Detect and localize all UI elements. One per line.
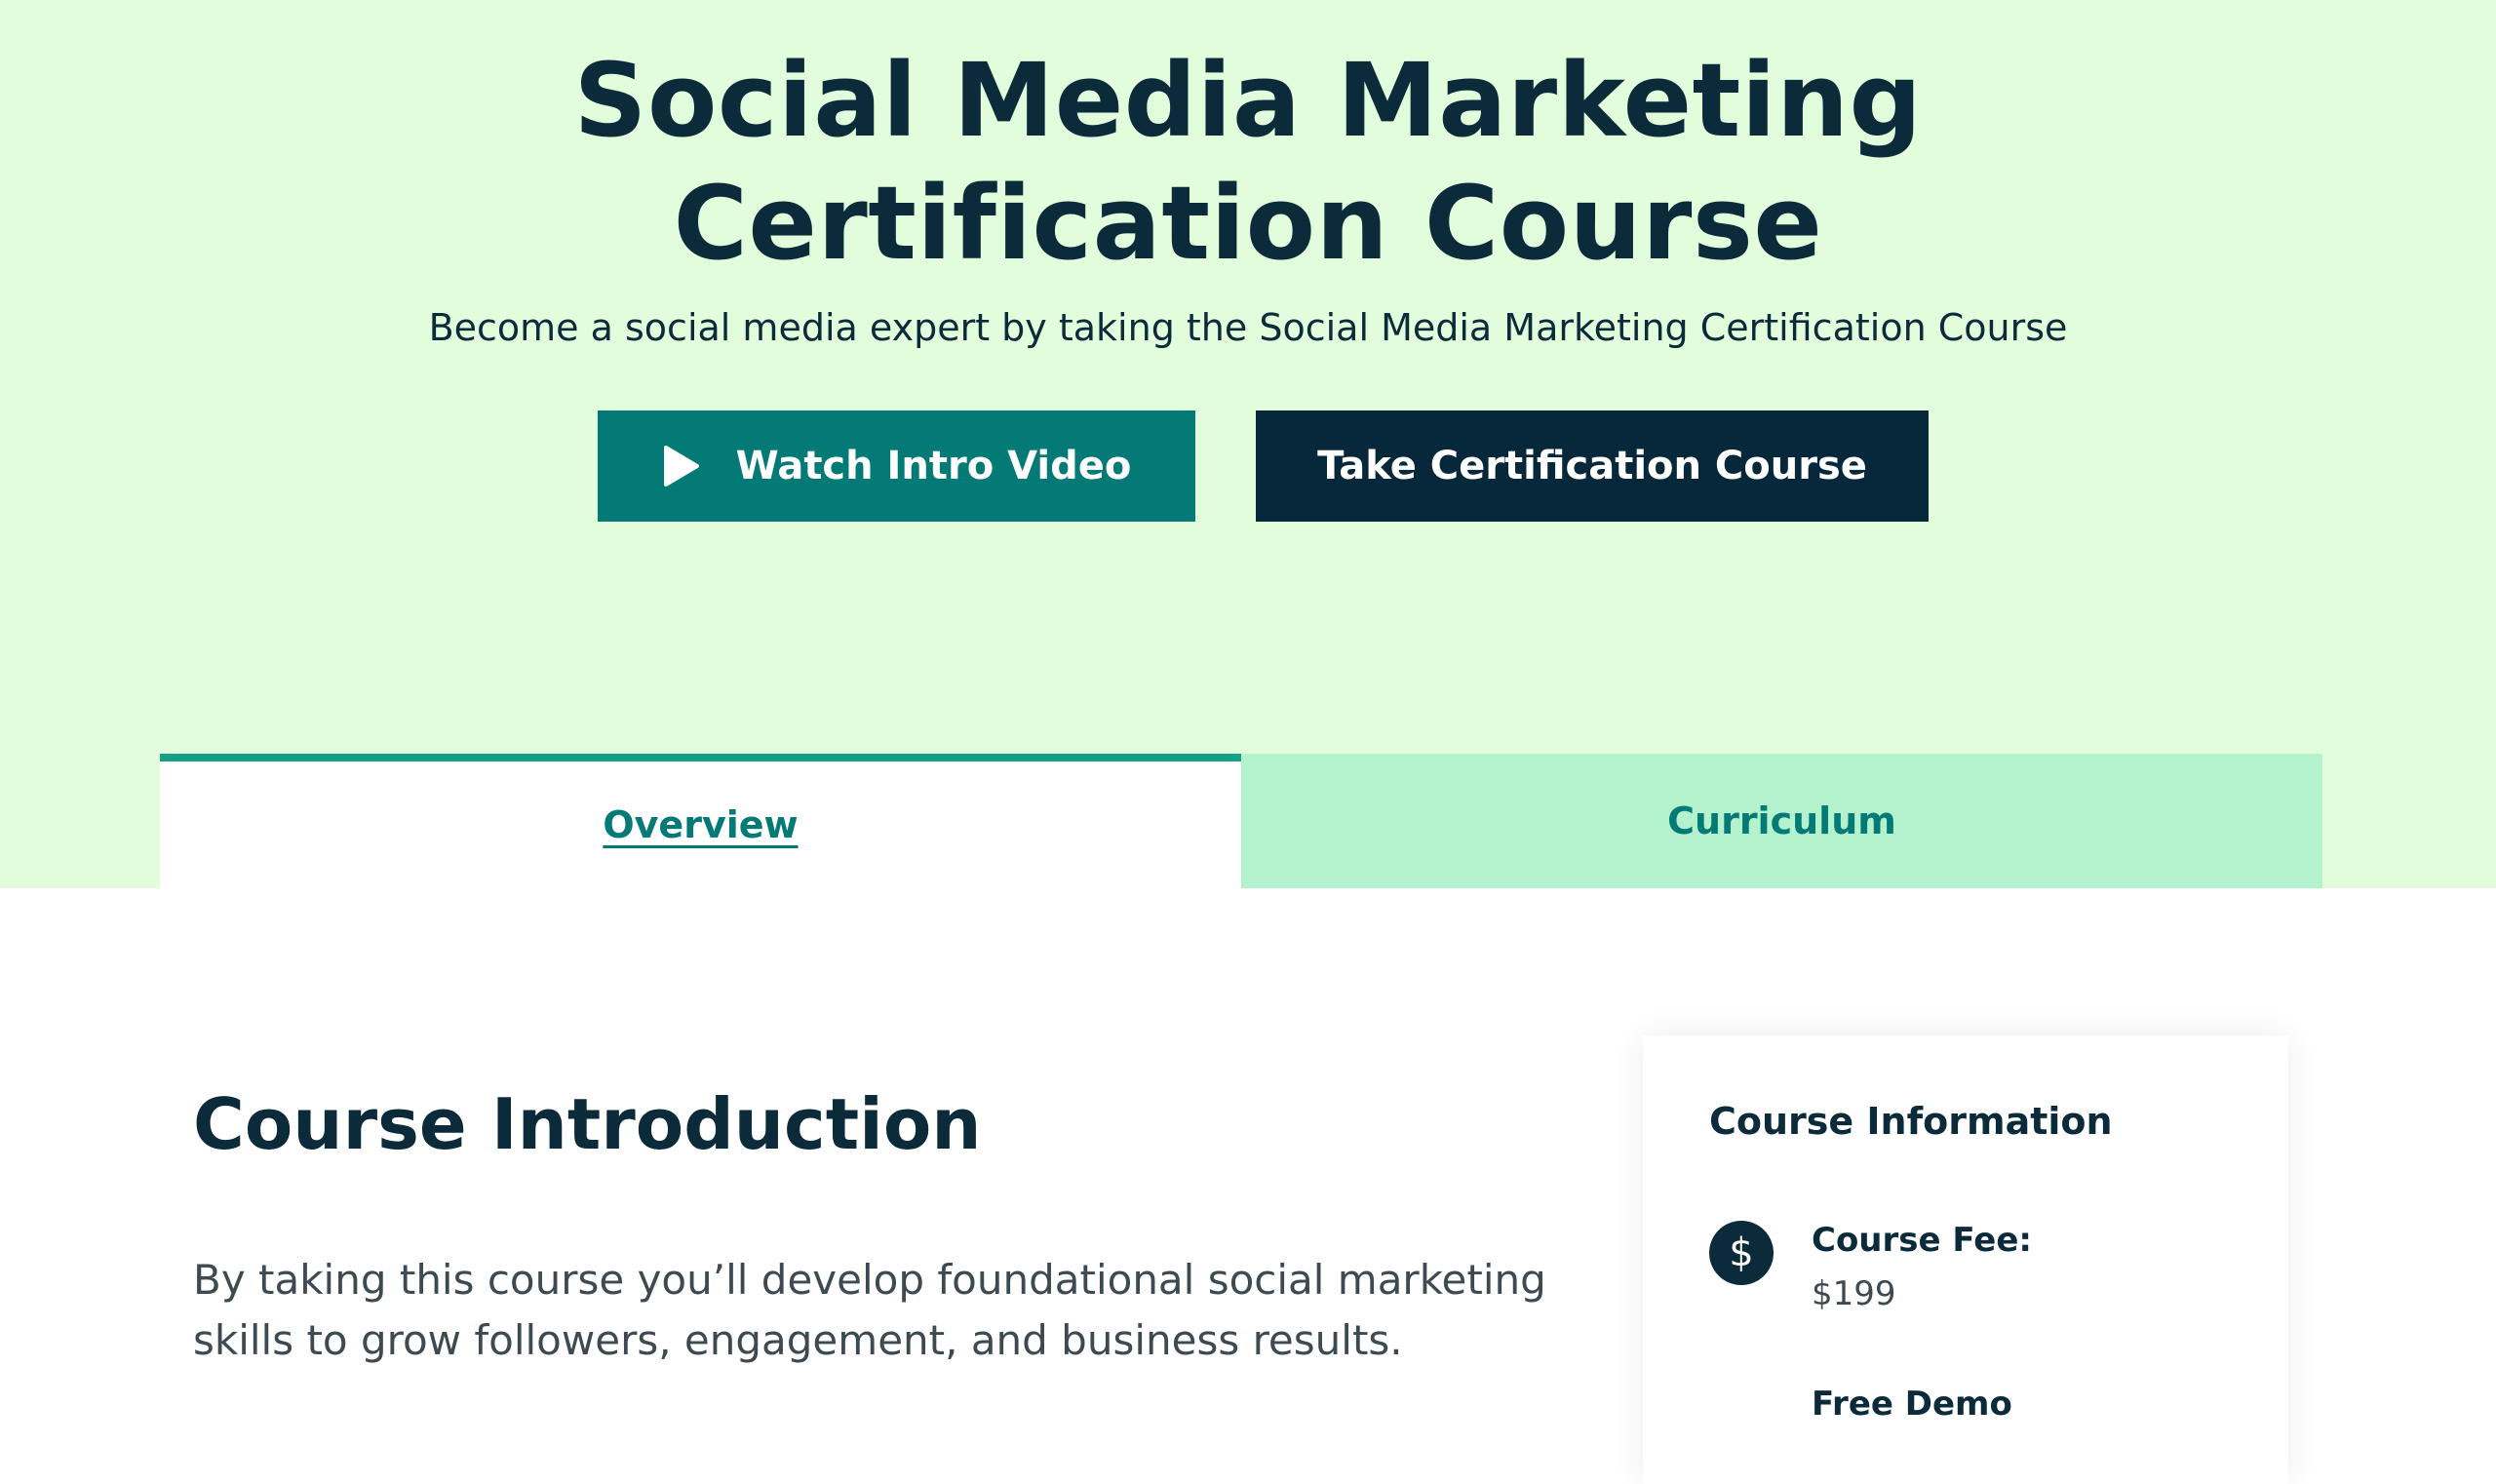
page-title: Social Media Marketing Certification Cou… — [573, 41, 1923, 283]
course-introduction-text: By taking this course you’ll develop fou… — [193, 1256, 1546, 1364]
course-information-title: Course Information — [1709, 1100, 2113, 1143]
course-information-card: Course Information $ Course Fee: $199 Fr… — [1643, 1035, 2288, 1484]
watch-intro-video-label: Watch Intro Video — [735, 444, 1132, 488]
play-icon — [663, 446, 699, 487]
course-tabs: Overview Curriculum — [160, 754, 2322, 888]
course-fee-value: $199 — [1812, 1274, 1896, 1313]
dollar-icon: $ — [1709, 1221, 1774, 1285]
course-fee-label: Course Fee: — [1812, 1221, 2032, 1260]
watch-intro-video-button[interactable]: Watch Intro Video — [598, 410, 1195, 522]
take-certification-course-label: Take Certification Course — [1317, 444, 1867, 488]
tab-curriculum[interactable]: Curriculum — [1241, 754, 2322, 888]
take-certification-course-button[interactable]: Take Certification Course — [1256, 410, 1929, 522]
tab-overview[interactable]: Overview — [160, 754, 1241, 888]
free-demo-label: Free Demo — [1812, 1385, 2012, 1424]
hero-subtitle: Become a social media expert by taking t… — [428, 306, 2068, 349]
course-introduction-heading: Course Introduction — [193, 1083, 982, 1165]
